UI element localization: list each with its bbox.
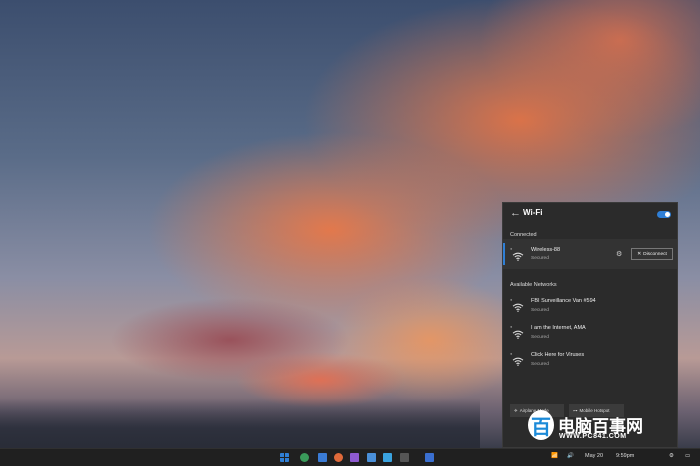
- network-status: Secured: [531, 308, 549, 313]
- selection-accent-bar: [503, 243, 505, 265]
- network-name: FBI Surveillance Van #594: [531, 298, 596, 304]
- taskbar: 📶 🔊 May 20 9:59pm ⚙ ▭: [0, 448, 700, 466]
- gear-icon[interactable]: ⚙: [616, 250, 622, 258]
- photos-app-icon[interactable]: [318, 453, 327, 462]
- network-list-item[interactable]: ● FBI Surveillance Van #594 Secured: [503, 295, 677, 319]
- network-name: I am the Internet, AMA: [531, 325, 586, 331]
- mail-icon[interactable]: [425, 453, 434, 462]
- file-explorer-icon[interactable]: [367, 453, 376, 462]
- wifi-signal-icon: [512, 252, 524, 261]
- connected-network-status: Secured: [531, 256, 549, 261]
- network-list-item[interactable]: ● Click Here for Viruses Secured: [503, 349, 677, 373]
- volume-tray-icon[interactable]: 🔊: [567, 453, 574, 459]
- gear-icon[interactable]: ⚙: [669, 453, 674, 459]
- app-icon[interactable]: [350, 453, 359, 462]
- tray-date[interactable]: May 20: [585, 453, 603, 459]
- network-tray-icon[interactable]: 📶: [551, 453, 558, 459]
- status-dot-icon: ●: [510, 351, 513, 356]
- wifi-panel-header: ← Wi-Fi: [503, 203, 677, 227]
- connected-section-label: Connected: [510, 232, 537, 238]
- airplane-icon: ✈: [514, 407, 518, 413]
- chat-icon[interactable]: [383, 453, 392, 462]
- watermark-logo: 百: [528, 410, 554, 440]
- panel-title: Wi-Fi: [523, 208, 543, 217]
- network-status: Secured: [531, 335, 549, 340]
- wifi-toggle[interactable]: [657, 211, 671, 218]
- disconnect-label: Disconnect: [643, 251, 667, 257]
- firefox-icon[interactable]: [334, 453, 343, 462]
- status-dot-icon: ●: [510, 324, 513, 329]
- wifi-signal-icon: [512, 357, 524, 366]
- back-arrow-icon[interactable]: ←: [510, 207, 521, 219]
- status-dot-icon: ●: [510, 246, 513, 251]
- disconnect-button[interactable]: ✕ Disconnect: [631, 248, 673, 260]
- network-name: Click Here for Viruses: [531, 352, 585, 358]
- wifi-signal-icon: [512, 330, 524, 339]
- status-dot-icon: ●: [510, 297, 513, 302]
- wifi-signal-icon: [512, 303, 524, 312]
- task-view-icon[interactable]: [400, 453, 409, 462]
- tray-time[interactable]: 9:59pm: [616, 453, 634, 459]
- toggle-knob: [665, 212, 670, 217]
- network-status: Secured: [531, 362, 549, 367]
- mountain-silhouette: [0, 398, 480, 448]
- notification-icon[interactable]: ▭: [685, 453, 690, 459]
- site-watermark: 百 电脑百事网 WWW.PC841.COM: [528, 408, 678, 448]
- connected-network-item[interactable]: ● Wireless-88 Secured ⚙ ✕ Disconnect: [503, 239, 677, 269]
- start-button-icon[interactable]: [280, 453, 289, 462]
- edge-browser-icon[interactable]: [300, 453, 309, 462]
- network-list-item[interactable]: ● I am the Internet, AMA Secured: [503, 322, 677, 346]
- close-icon: ✕: [637, 251, 642, 257]
- connected-network-name: Wireless-88: [531, 247, 561, 253]
- available-section-label: Available Networks: [510, 282, 557, 288]
- watermark-url: WWW.PC841.COM: [559, 433, 627, 440]
